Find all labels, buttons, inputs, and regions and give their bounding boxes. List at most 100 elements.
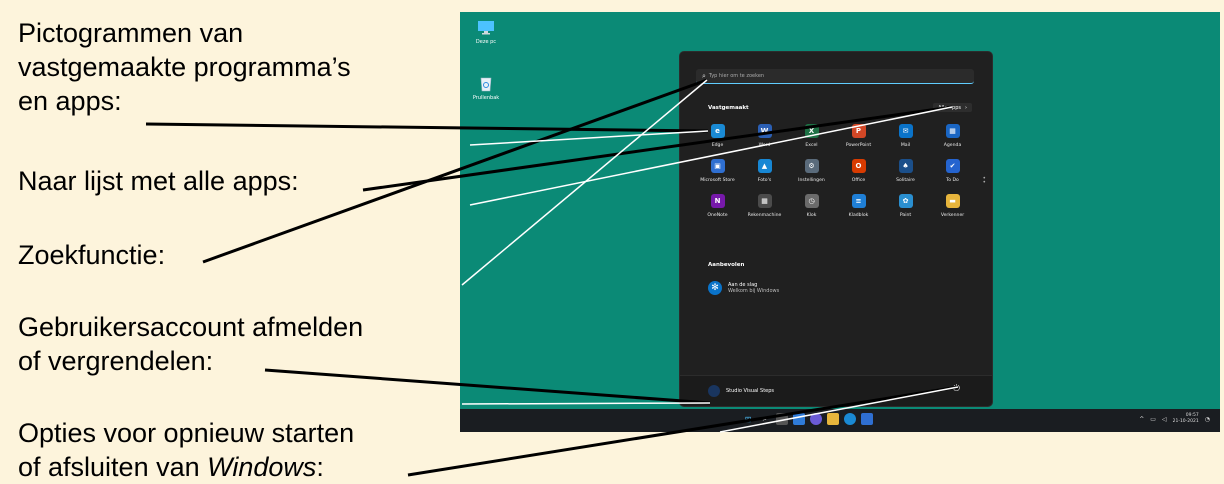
widgets-icon[interactable] bbox=[793, 413, 805, 425]
get-started-icon: ✻ bbox=[708, 281, 722, 295]
word-icon: W bbox=[757, 124, 772, 138]
start-footer: Studio Visual Steps ⏻ bbox=[680, 375, 992, 406]
system-tray: ^ ▭ ◁ 09:57 21-10-2021 ◔ bbox=[1139, 413, 1210, 425]
app-label: Kladblok bbox=[848, 213, 869, 218]
taskbar-icons: ⊞ ⌕ bbox=[742, 413, 873, 425]
app-label: Solitaire bbox=[896, 178, 915, 183]
monitor-icon bbox=[477, 20, 495, 36]
app-label: Paint bbox=[899, 213, 912, 218]
caption-search: Zoekfunctie: bbox=[18, 240, 166, 270]
desktop-icon-deze-pc[interactable]: Deze pc bbox=[466, 20, 506, 45]
pinned-app-mail[interactable]: ✉ Mail bbox=[882, 124, 929, 148]
calendar-icon: ▦ bbox=[945, 124, 960, 138]
caption-line: vastgemaakte programma’s bbox=[18, 52, 351, 82]
search-placeholder: Typ hier om te zoeken bbox=[708, 73, 765, 79]
pinned-app-photos[interactable]: ▲ Foto's bbox=[741, 159, 788, 183]
desktop-icon-prullenbak[interactable]: Prullenbak bbox=[466, 76, 506, 101]
power-icon[interactable]: ⏻ bbox=[953, 384, 960, 394]
app-label: Office bbox=[851, 178, 866, 183]
edge-icon: e bbox=[710, 124, 725, 138]
caption-line: Pictogrammen van bbox=[18, 18, 244, 48]
caption-line: en apps: bbox=[18, 86, 122, 116]
pinned-app-edge[interactable]: e Edge bbox=[694, 124, 741, 148]
store-icon: ▣ bbox=[710, 159, 725, 173]
desktop-icon-label: Deze pc bbox=[475, 39, 497, 45]
start-menu: ⌕ Typ hier om te zoeken Vastgemaakt Alle… bbox=[679, 51, 993, 407]
edge-icon[interactable] bbox=[844, 413, 856, 425]
pinned-app-paint[interactable]: ✿ Paint bbox=[882, 194, 929, 218]
pinned-app-notepad[interactable]: ≡ Kladblok bbox=[835, 194, 882, 218]
clock-date: 21-10-2021 bbox=[1172, 419, 1199, 424]
speaker-icon[interactable]: ◁ bbox=[1162, 416, 1167, 423]
pinned-app-store[interactable]: ▣ Microsoft Store bbox=[694, 159, 741, 183]
app-label: Mail bbox=[900, 143, 911, 148]
notepad-icon: ≡ bbox=[851, 194, 866, 208]
app-label: To Do bbox=[946, 178, 959, 183]
user-account-button[interactable]: Studio Visual Steps bbox=[708, 385, 774, 397]
excel-icon: X bbox=[804, 124, 819, 138]
caption-text: : bbox=[316, 452, 324, 482]
app-label: Microsoft Store bbox=[700, 178, 735, 183]
app-label: Instellingen bbox=[798, 178, 825, 183]
mail-icon: ✉ bbox=[898, 124, 913, 138]
caption-line: of vergrendelen: bbox=[18, 346, 214, 376]
app-label: Rekenmachine bbox=[747, 213, 782, 218]
pinned-app-onenote[interactable]: N OneNote bbox=[694, 194, 741, 218]
caption-line: Opties voor opnieuw starten bbox=[18, 418, 355, 448]
office-icon: O bbox=[851, 159, 866, 173]
page-dots-indicator[interactable]: • • bbox=[982, 176, 986, 186]
pinned-app-settings[interactable]: ⚙ Instellingen bbox=[788, 159, 835, 183]
recommended-subtitle: Welkom bij Windows bbox=[728, 288, 780, 294]
caption-pinned-apps: Pictogrammen van vastgemaakte programma’… bbox=[18, 16, 351, 118]
pinned-app-todo[interactable]: ✔ To Do bbox=[929, 159, 976, 183]
caption-account: Gebruikersaccount afmelden of vergrendel… bbox=[18, 310, 363, 378]
onenote-icon: N bbox=[710, 194, 725, 208]
network-icon[interactable]: ▭ bbox=[1150, 416, 1156, 423]
checkmark-icon: ✔ bbox=[945, 159, 960, 173]
pinned-app-explorer[interactable]: ▬ Verkenner bbox=[929, 194, 976, 218]
search-icon[interactable]: ⌕ bbox=[759, 413, 771, 425]
paint-icon: ✿ bbox=[898, 194, 913, 208]
chevron-up-icon[interactable]: ^ bbox=[1139, 416, 1144, 423]
avatar bbox=[708, 385, 720, 397]
caption-windows-italic: Windows bbox=[207, 452, 317, 482]
app-label: Agenda bbox=[943, 143, 962, 148]
notification-icon[interactable]: ◔ bbox=[1205, 416, 1210, 423]
all-apps-label: Alle apps bbox=[938, 104, 961, 111]
folder-icon: ▬ bbox=[945, 194, 960, 208]
start-icon[interactable]: ⊞ bbox=[742, 413, 754, 425]
calculator-icon: ▦ bbox=[757, 194, 772, 208]
app-label: Word bbox=[758, 143, 771, 148]
app-label: Excel bbox=[805, 143, 818, 148]
recommended-heading: Aanbevolen bbox=[708, 262, 745, 268]
task-view-icon[interactable] bbox=[776, 413, 788, 425]
store-icon[interactable] bbox=[861, 413, 873, 425]
app-label: Edge bbox=[711, 143, 724, 148]
search-icon: ⌕ bbox=[702, 71, 706, 80]
app-label: Klok bbox=[806, 213, 817, 218]
file-explorer-icon[interactable] bbox=[827, 413, 839, 425]
user-name: Studio Visual Steps bbox=[726, 388, 775, 394]
solitaire-icon: ♠ bbox=[898, 159, 913, 173]
recycle-bin-icon bbox=[477, 76, 495, 92]
pinned-app-office[interactable]: O Office bbox=[835, 159, 882, 183]
start-search-box[interactable]: ⌕ Typ hier om te zoeken bbox=[696, 69, 974, 84]
desktop-icon-label: Prullenbak bbox=[472, 95, 500, 101]
chat-icon[interactable] bbox=[810, 413, 822, 425]
pinned-app-solitaire[interactable]: ♠ Solitaire bbox=[882, 159, 929, 183]
app-label: PowerPoint bbox=[845, 143, 872, 148]
pinned-app-word[interactable]: W Word bbox=[741, 124, 788, 148]
caption-power: Opties voor opnieuw starten of afsluiten… bbox=[18, 416, 354, 484]
pinned-app-agenda[interactable]: ▦ Agenda bbox=[929, 124, 976, 148]
recommended-item[interactable]: ✻ Aan de slag Welkom bij Windows bbox=[708, 281, 779, 295]
all-apps-button[interactable]: Alle apps › bbox=[933, 103, 972, 112]
settings-gear-icon: ⚙ bbox=[804, 159, 819, 173]
photos-icon: ▲ bbox=[757, 159, 772, 173]
caption-line: Gebruikersaccount afmelden bbox=[18, 312, 364, 342]
pinned-app-calculator[interactable]: ▦ Rekenmachine bbox=[741, 194, 788, 218]
pinned-app-powerpoint[interactable]: P PowerPoint bbox=[835, 124, 882, 148]
pinned-app-excel[interactable]: X Excel bbox=[788, 124, 835, 148]
pinned-app-clock[interactable]: ◷ Klok bbox=[788, 194, 835, 218]
clock-icon: ◷ bbox=[804, 194, 819, 208]
clock[interactable]: 09:57 21-10-2021 bbox=[1173, 413, 1199, 425]
